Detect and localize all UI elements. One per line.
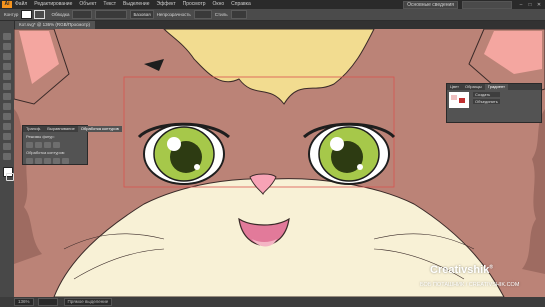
exclude-button[interactable] [53, 142, 60, 148]
selection-tool-icon[interactable] [3, 33, 11, 40]
align-panel: Трансф. Выравнивание Обработка контуров … [22, 125, 122, 165]
brand-text: Creativshik [430, 264, 490, 276]
object-type-label: Контур [4, 12, 19, 17]
minimize-icon[interactable]: – [518, 2, 524, 8]
thumb-swatch-1 [451, 95, 457, 100]
opacity-label[interactable]: Непрозрачность [157, 12, 191, 17]
tab-align[interactable]: Выравнивание [44, 126, 78, 132]
minus-front-button[interactable] [35, 142, 42, 148]
pen-icon[interactable] [3, 53, 11, 60]
direct-selection-icon[interactable] [3, 43, 11, 50]
artboard-navigator[interactable] [37, 298, 58, 306]
menu-effect[interactable]: Эффект [157, 0, 176, 9]
left-eye-highlight-1 [167, 137, 181, 151]
stroke-weight-dropdown[interactable] [72, 10, 93, 19]
menu-help[interactable]: Справка [231, 0, 251, 9]
outline-button[interactable] [62, 158, 69, 164]
ai-logo-icon: Ai [2, 1, 12, 8]
type-icon[interactable] [3, 63, 11, 70]
watermark-subtitle: БОБ ПОТАШНИК / CREATIVSHIK.COM [420, 282, 520, 288]
rectangle-icon[interactable] [3, 83, 11, 90]
preview-thumbnail [449, 92, 469, 108]
tab-transform[interactable]: Трансф. [23, 126, 44, 132]
merge-button[interactable] [44, 158, 51, 164]
menu-edit[interactable]: Редактирование [34, 0, 72, 9]
menu-view[interactable]: Просмотр [183, 0, 206, 9]
tab-color[interactable]: Цвет [447, 84, 462, 90]
scale-icon[interactable] [3, 123, 11, 130]
close-icon[interactable]: ✕ [536, 2, 542, 8]
brush-icon[interactable] [3, 93, 11, 100]
right-eye-highlight-1 [330, 137, 344, 151]
document-tab[interactable]: Кот.svg* @ 136% (RGB/Просмотр) [14, 21, 95, 29]
menu-bar: Ai Файл Редактирование Объект Текст Выде… [0, 0, 545, 9]
eyedropper-icon[interactable] [3, 133, 11, 140]
option-list: Создать Объединить [473, 92, 500, 108]
stroke-label: Обводка [51, 12, 70, 17]
fill-swatch[interactable] [21, 10, 33, 19]
stroke-swatch[interactable] [34, 10, 46, 19]
line-icon[interactable] [3, 73, 11, 80]
reg-mark: ® [489, 264, 493, 271]
shape-modes-label: Режимы фигур: [26, 134, 55, 139]
tools-panel [0, 21, 15, 297]
menu-file[interactable]: Файл [15, 0, 27, 9]
watermark-brand: Creativshik® [430, 264, 493, 276]
zoom-level[interactable]: 136% [14, 298, 34, 306]
opacity-field[interactable] [193, 10, 212, 19]
style-label[interactable]: Стиль [215, 12, 228, 17]
unite-button[interactable] [26, 142, 33, 148]
thumb-swatch-2 [459, 98, 465, 103]
create-option[interactable]: Создать [473, 92, 500, 97]
search-input[interactable] [462, 0, 512, 9]
rotate-icon[interactable] [3, 113, 11, 120]
intersect-button[interactable] [44, 142, 51, 148]
pathfinder-buttons [23, 158, 87, 164]
tab-gradient[interactable]: Градиент [484, 84, 509, 90]
trim-button[interactable] [35, 158, 42, 164]
pathfinders-label: Обработка контуров: [26, 150, 66, 155]
current-tool-status[interactable]: Прямое выделение [63, 298, 113, 306]
align-panel-tabs: Трансф. Выравнивание Обработка контуров [23, 126, 122, 132]
color-panel: Цвет Образцы Градиент Создать Объединить [446, 83, 542, 123]
color-panel-body: Создать Объединить [447, 90, 541, 110]
menu-window[interactable]: Окно [213, 0, 225, 9]
tab-swatches[interactable]: Образцы [462, 84, 485, 90]
right-eye-highlight-2 [357, 164, 363, 170]
merge-option[interactable]: Объединить [473, 99, 500, 104]
variable-width-dropdown[interactable] [95, 10, 128, 19]
pencil-icon[interactable] [3, 103, 11, 110]
cat-illustration [14, 29, 545, 297]
status-bar: 136% Прямое выделение [0, 297, 545, 307]
control-bar: Контур Обводка Базовая Непрозрачность Ст… [0, 9, 545, 21]
menu-type[interactable]: Текст [103, 0, 116, 9]
style-dropdown[interactable] [230, 10, 247, 19]
stroke-color-swatch[interactable] [6, 173, 14, 181]
divide-button[interactable] [26, 158, 33, 164]
tab-pathfinder[interactable]: Обработка контуров [77, 126, 122, 132]
document-tab-bar: Кот.svg* @ 136% (RGB/Просмотр) [14, 21, 545, 29]
hand-icon[interactable] [3, 143, 11, 150]
artboard-canvas[interactable] [14, 29, 545, 297]
maximize-icon[interactable]: □ [527, 2, 533, 8]
menu-object[interactable]: Объект [79, 0, 96, 9]
brush-dropdown[interactable]: Базовая [130, 10, 154, 19]
workspace-switcher[interactable]: Основные сведения [403, 0, 458, 9]
left-eye-highlight-2 [194, 164, 200, 170]
menu-select[interactable]: Выделение [123, 0, 150, 9]
zoom-icon[interactable] [3, 153, 11, 160]
crop-button[interactable] [53, 158, 60, 164]
